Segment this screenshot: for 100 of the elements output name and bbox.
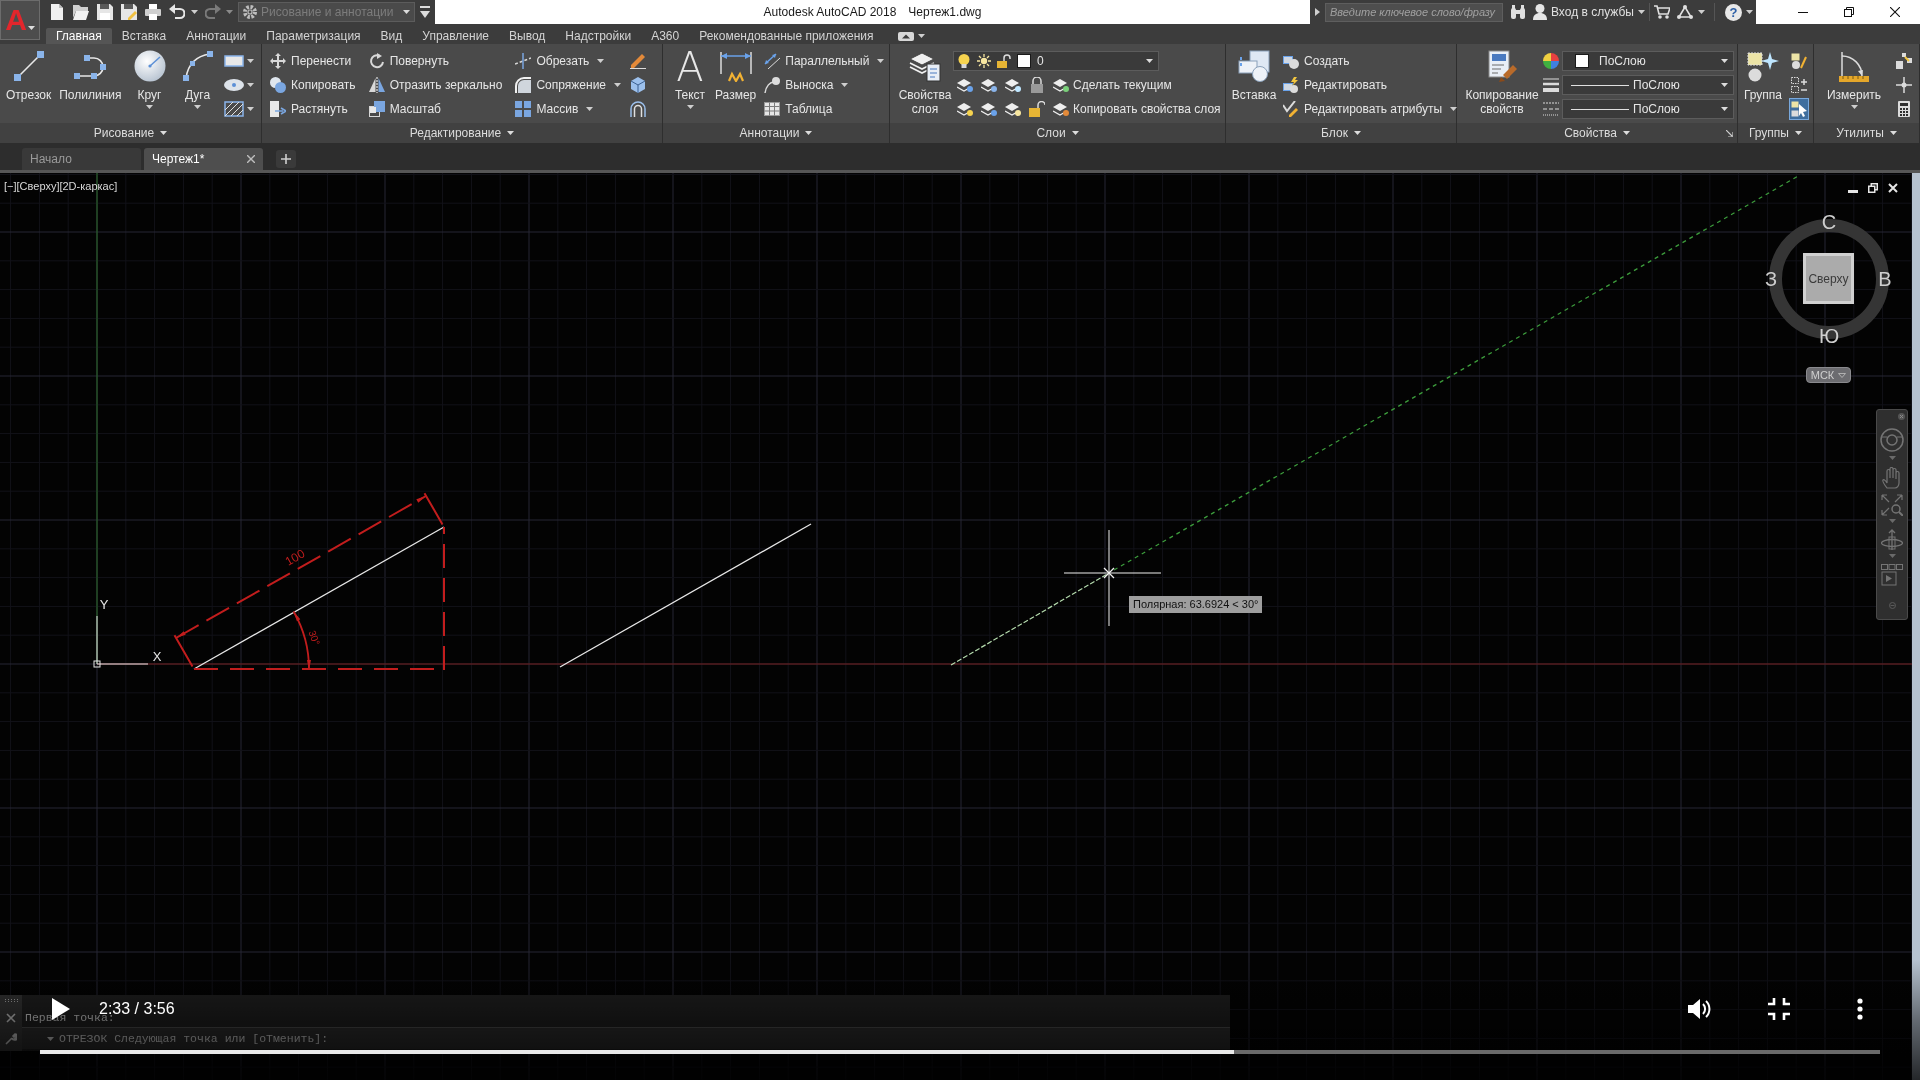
ribbon-tab[interactable]: A360 — [641, 28, 690, 44]
floppy-disk-pencil-icon[interactable] — [121, 4, 137, 20]
caret-icon[interactable] — [226, 10, 233, 14]
layer-dropdown[interactable]: 0 — [953, 51, 1159, 71]
caret-icon[interactable] — [1698, 10, 1705, 14]
ribbon-button[interactable]: A Текст — [671, 50, 709, 122]
diagonal-arrow-icon[interactable] — [1726, 130, 1733, 137]
orbit-arrow-icon[interactable] — [1881, 529, 1903, 551]
caret-icon[interactable] — [246, 83, 254, 87]
search-field[interactable]: Введите ключевое слово/фразу — [1325, 2, 1503, 22]
caret-icon[interactable] — [246, 59, 254, 63]
undo-icon[interactable] — [169, 4, 185, 20]
scrollbar[interactable] — [1912, 173, 1920, 1080]
document-tab[interactable]: Начало — [22, 148, 141, 170]
bar-caret-icon[interactable] — [420, 6, 430, 18]
ribbon-button[interactable]: Выноска — [764, 74, 885, 96]
restore-icon[interactable] — [1844, 7, 1854, 17]
new-tab-button[interactable] — [276, 150, 296, 168]
ribbon-button[interactable]: Дуга — [175, 50, 220, 122]
caret-icon[interactable] — [917, 34, 925, 38]
layers-icon[interactable] — [981, 101, 997, 117]
ribbon-button[interactable]: Создать — [1283, 50, 1458, 72]
viewport-control[interactable]: [2D-каркас] — [59, 179, 118, 193]
filmstrip-play-icon[interactable] — [1881, 564, 1903, 586]
arrows-magnifier-icon[interactable] — [1881, 494, 1903, 516]
panel-title-button[interactable]: Блок — [1321, 124, 1361, 142]
up-arrow-tile-icon[interactable] — [897, 31, 914, 41]
property-dropdown[interactable]: ПоСлою — [1562, 99, 1734, 119]
ribbon-button[interactable]: Группа — [1743, 50, 1783, 122]
open-padlock-icon[interactable] — [1029, 101, 1045, 117]
ribbon-button[interactable]: Копировать свойства слоя — [1053, 100, 1221, 118]
ribbon-button[interactable]: Свойства слоя — [896, 50, 954, 122]
ribbon-tab[interactable]: Надстройки — [555, 28, 642, 44]
ribbon-tab[interactable]: Управление — [412, 28, 499, 44]
ribbon-button[interactable]: Сопряжение — [515, 74, 621, 96]
ribbon-button[interactable]: Перенести — [270, 50, 356, 72]
panel-title-button[interactable]: Слои — [1036, 124, 1079, 142]
viewport-control[interactable]: [Сверху] — [16, 179, 60, 193]
crosshair-point-icon[interactable] — [1896, 77, 1912, 93]
compass-label[interactable]: В — [1873, 267, 1897, 291]
volume-icon[interactable] — [1688, 998, 1712, 1020]
toggle-button[interactable] — [1789, 98, 1809, 120]
calculator-icon[interactable] — [1896, 101, 1912, 117]
hatch-icon[interactable] — [223, 101, 244, 117]
layers-icon[interactable] — [1005, 101, 1021, 117]
caret-icon[interactable] — [1746, 10, 1753, 14]
ribbon-button[interactable]: Размер — [713, 50, 759, 122]
ribbon-button[interactable]: Отразить зеркально — [368, 74, 503, 96]
ribbon-button[interactable]: Сделать текущим — [1053, 76, 1172, 94]
ribbon-button[interactable]: Масштаб — [368, 98, 503, 120]
binoculars-icon[interactable] — [1510, 5, 1526, 19]
offset-arcs-icon[interactable] — [630, 101, 646, 117]
ribbon-tab[interactable]: Вывод — [499, 28, 556, 44]
caret-icon[interactable] — [191, 10, 198, 14]
shopping-cart-icon[interactable] — [1654, 5, 1670, 19]
ribbon-button[interactable]: Вставка — [1232, 50, 1276, 122]
toggle-button[interactable] — [1789, 74, 1809, 96]
layers-icon[interactable] — [957, 101, 973, 117]
ribbon-button[interactable]: Массив — [515, 98, 621, 120]
layers-icon[interactable] — [981, 77, 997, 93]
ribbon-button[interactable]: Таблица — [764, 98, 885, 120]
compass-label[interactable]: З — [1759, 267, 1783, 291]
ribbon-button[interactable]: Измерить — [1826, 50, 1882, 122]
new-file-icon[interactable] — [49, 4, 65, 20]
steering-wheel-icon[interactable] — [1880, 428, 1904, 452]
more-options-icon[interactable] — [1857, 998, 1863, 1020]
ribbon-button[interactable]: Полилиния — [57, 50, 124, 122]
squares-lightning-icon[interactable] — [1896, 53, 1912, 69]
padlock-icon[interactable] — [1029, 77, 1045, 93]
minimize-icon[interactable] — [1848, 189, 1858, 193]
ribbon-button[interactable]: Редактировать атрибуты — [1283, 98, 1458, 120]
restore-icon[interactable] — [1868, 183, 1878, 193]
ribbon-button[interactable]: Отрезок — [4, 50, 54, 122]
ribbon-button[interactable]: Обрезать — [515, 50, 621, 72]
ribbon-tab[interactable]: Параметризация — [256, 28, 371, 44]
sign-in-button[interactable]: Вход в службы — [1533, 3, 1645, 21]
layers-icon[interactable] — [957, 77, 973, 93]
ribbon-button[interactable]: Копировать — [270, 74, 356, 96]
layers-icon[interactable] — [1005, 77, 1021, 93]
ribbon-tab[interactable]: Аннотации — [176, 28, 257, 44]
cube-icon[interactable] — [630, 77, 646, 93]
property-dropdown[interactable]: ПоСлою — [1562, 75, 1734, 95]
triangle-nodes-icon[interactable] — [1677, 5, 1693, 19]
exit-fullscreen-icon[interactable] — [1768, 998, 1790, 1020]
viewport-control[interactable]: [−] — [4, 179, 17, 193]
ribbon-button[interactable]: Повернуть — [368, 50, 503, 72]
ribbon-button[interactable]: Редактировать — [1283, 74, 1458, 96]
brush-icon[interactable] — [630, 53, 646, 69]
ribbon-tab[interactable]: Рекомендованные приложения — [689, 28, 884, 44]
help-button[interactable]: ? — [1725, 3, 1742, 21]
minimize-icon[interactable] — [1798, 11, 1808, 13]
right-pointing-triangle-icon[interactable] — [1315, 8, 1320, 16]
caret-icon[interactable] — [246, 107, 254, 111]
ribbon-button[interactable]: Растянуть — [270, 98, 356, 120]
ribbon-tab[interactable]: Вид — [370, 28, 413, 44]
ribbon-button[interactable]: Круг — [127, 50, 172, 122]
viewcube-face[interactable]: Сверху — [1803, 253, 1854, 304]
hand-icon[interactable] — [1882, 467, 1902, 489]
compass-label[interactable]: Ю — [1817, 324, 1841, 348]
ribbon-button[interactable]: Параллельный — [764, 50, 885, 72]
